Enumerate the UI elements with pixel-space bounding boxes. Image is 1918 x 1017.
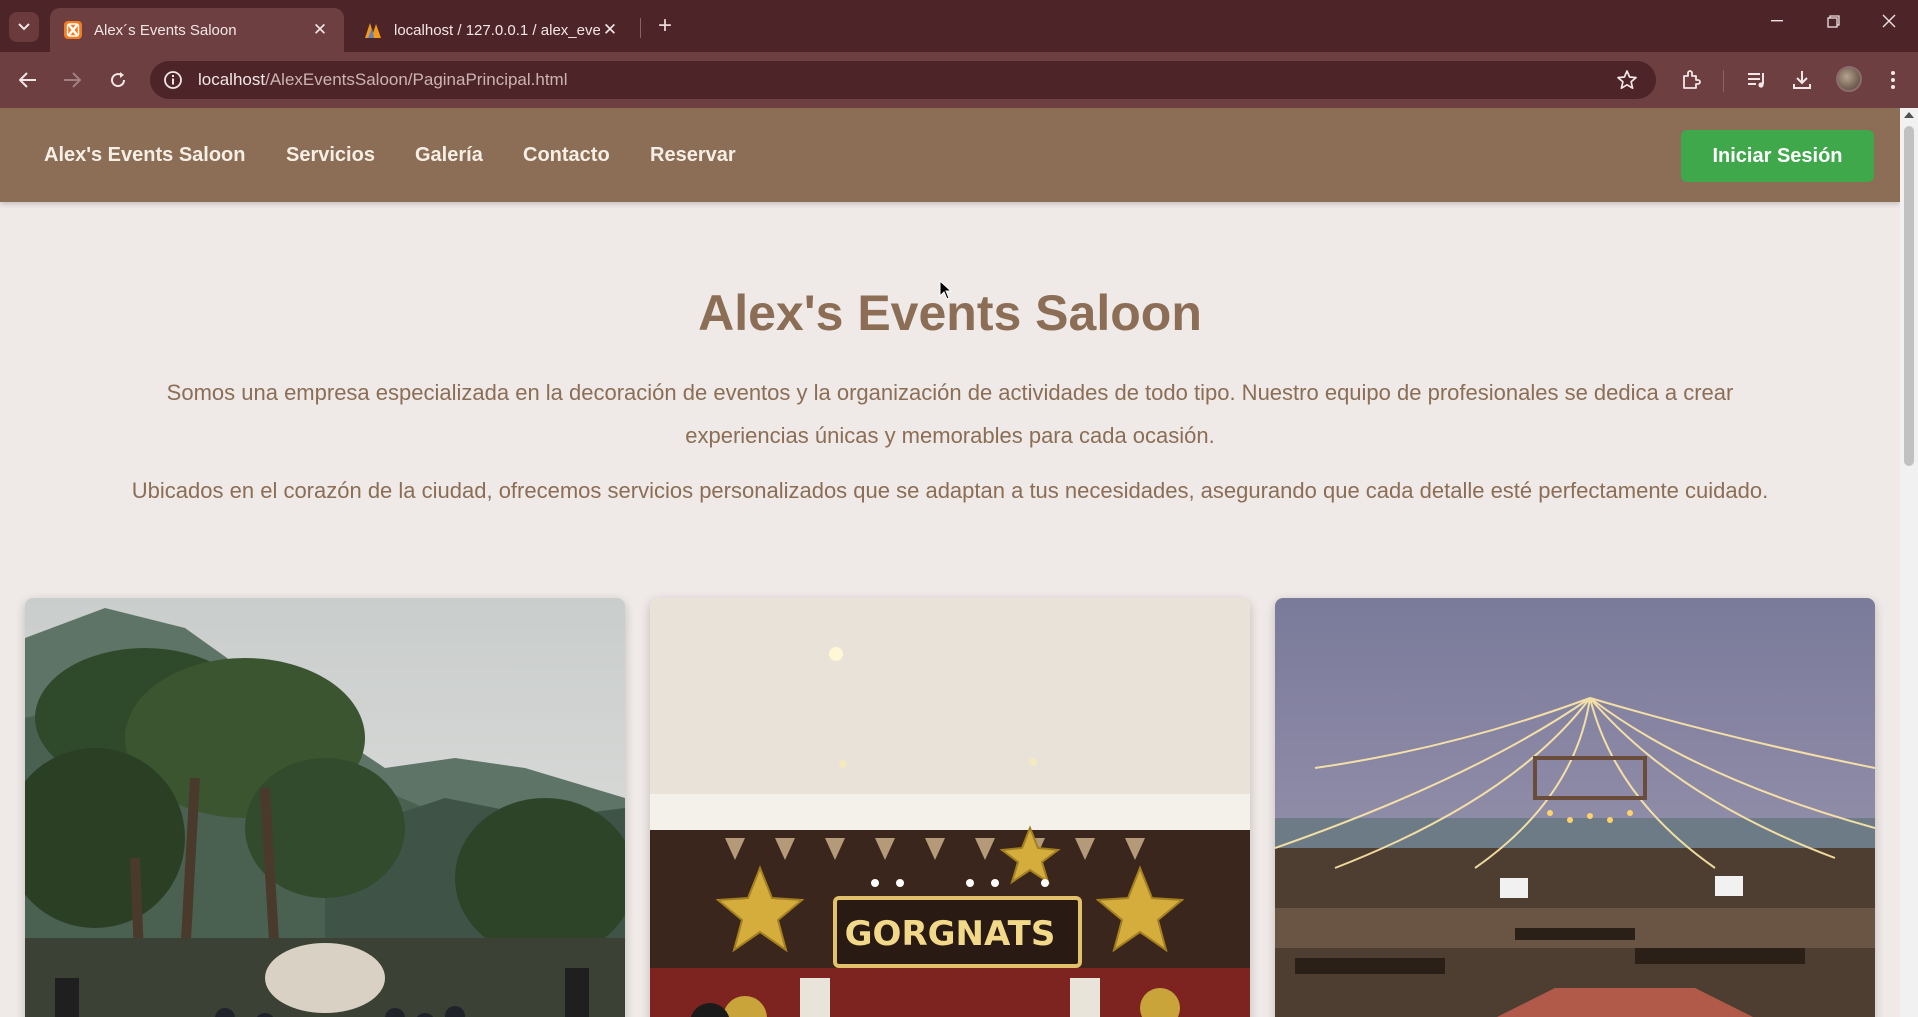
nav-link-contacto[interactable]: Contacto <box>523 144 610 167</box>
nav-link-servicios[interactable]: Servicios <box>286 144 375 167</box>
browser-menu-icon[interactable] <box>1879 66 1907 94</box>
restore-icon[interactable] <box>1813 8 1853 34</box>
back-button[interactable] <box>12 64 44 96</box>
gallery-image-congrats-party[interactable]: GORGNATS <box>650 598 1250 1017</box>
reload-button[interactable] <box>102 64 134 96</box>
hero-location-text: Ubicados en el corazón de la ciudad, ofr… <box>131 478 1769 503</box>
tab-alexs-events-saloon[interactable]: Alex´s Events Saloon ✕ <box>50 8 344 52</box>
browser-toolbar: localhost/AlexEventsSaloon/PaginaPrincip… <box>0 52 1918 108</box>
arrow-right-icon <box>64 72 81 88</box>
profile-avatar[interactable] <box>1836 66 1862 92</box>
media-controls-icon[interactable] <box>1743 66 1771 94</box>
url-path: /AlexEventsSaloon/PaginaPrincipal.html <box>265 70 568 89</box>
download-icon[interactable] <box>1788 66 1816 94</box>
party-sign-text: GORGNATS <box>845 914 1056 954</box>
login-button[interactable]: Iniciar Sesión <box>1681 130 1874 182</box>
tab-title: Alex´s Events Saloon <box>94 21 237 39</box>
terrace-photo <box>1275 598 1875 1017</box>
arrow-left-icon <box>19 72 36 88</box>
reload-icon <box>111 72 126 88</box>
page-scrollbar[interactable] <box>1900 108 1918 1017</box>
scrollbar-thumb[interactable] <box>1904 126 1914 466</box>
brand-link[interactable]: Alex's Events Saloon <box>44 144 246 167</box>
bookmark-star-icon[interactable] <box>1616 69 1638 91</box>
browser-tab-strip: Alex´s Events Saloon ✕ localhost / 127.0… <box>0 0 1918 52</box>
nav-link-galeria[interactable]: Galería <box>415 144 483 167</box>
url-text[interactable]: localhost/AlexEventsSaloon/PaginaPrincip… <box>198 70 568 90</box>
gallery-image-terrace-lights[interactable] <box>1275 598 1875 1017</box>
tab-divider <box>640 18 641 38</box>
site-navbar: Alex's Events Saloon Servicios Galería C… <box>0 108 1900 202</box>
party-photo: GORGNATS <box>650 598 1250 1017</box>
minimize-icon[interactable] <box>1757 8 1797 34</box>
tab-phpmyadmin[interactable]: localhost / 127.0.0.1 / alex_even ✕ <box>350 8 634 52</box>
mouse-cursor-icon <box>939 280 953 300</box>
forward-button[interactable] <box>56 64 88 96</box>
xampp-icon <box>64 21 82 39</box>
wedding-photo <box>25 598 625 1017</box>
phpmyadmin-icon <box>365 23 381 38</box>
page-viewport: Alex's Events Saloon Servicios Galería C… <box>0 108 1900 1017</box>
extensions-icon[interactable] <box>1677 66 1705 94</box>
hero-intro-line-1: Somos una empresa especializada en la de… <box>166 380 1734 405</box>
new-tab-icon[interactable]: + <box>652 14 678 40</box>
url-host: localhost <box>198 70 266 89</box>
nav-link-reservar[interactable]: Reservar <box>650 144 736 167</box>
chevron-down-icon <box>18 23 30 31</box>
tab-title: localhost / 127.0.0.1 / alex_even <box>394 21 600 39</box>
site-info-icon[interactable] <box>162 69 184 91</box>
close-window-icon[interactable] <box>1869 8 1909 34</box>
scroll-up-icon[interactable] <box>1904 112 1914 118</box>
close-tab-icon[interactable]: ✕ <box>310 20 330 40</box>
toolbar-divider <box>1723 70 1724 92</box>
close-tab-icon[interactable]: ✕ <box>600 20 620 40</box>
address-bar[interactable]: localhost/AlexEventsSaloon/PaginaPrincip… <box>150 61 1656 99</box>
hero-intro-line-2: experiencias únicas y memorables para ca… <box>685 423 1215 448</box>
tab-search-button[interactable] <box>9 12 39 42</box>
gallery-image-wedding[interactable] <box>25 598 625 1017</box>
